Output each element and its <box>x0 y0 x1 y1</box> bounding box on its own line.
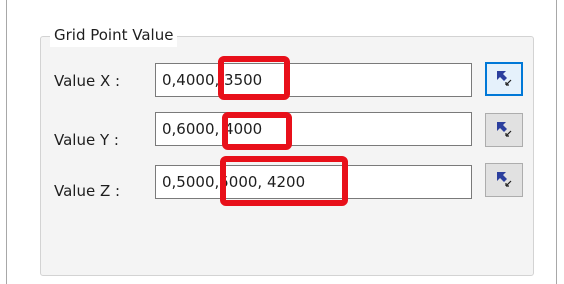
pick-point-icon <box>494 170 514 190</box>
value-y-pick-button[interactable] <box>485 113 523 147</box>
value-x-pick-button[interactable] <box>485 62 523 96</box>
highlight-z-value <box>220 156 348 206</box>
value-x-field[interactable]: 0,4000, 3500 <box>155 63 472 97</box>
value-y-field[interactable]: 0,6000, 4000 <box>155 112 472 146</box>
value-z-pick-button[interactable] <box>485 163 523 197</box>
highlight-x-value <box>218 56 290 100</box>
value-x-label: Value X : <box>54 72 121 90</box>
group-title: Grid Point Value <box>50 23 178 47</box>
pick-point-icon <box>494 120 514 140</box>
highlight-y-value <box>222 112 292 150</box>
pick-point-icon <box>494 69 514 89</box>
value-z-label: Value Z : <box>54 182 121 200</box>
value-y-label: Value Y : <box>54 131 119 149</box>
